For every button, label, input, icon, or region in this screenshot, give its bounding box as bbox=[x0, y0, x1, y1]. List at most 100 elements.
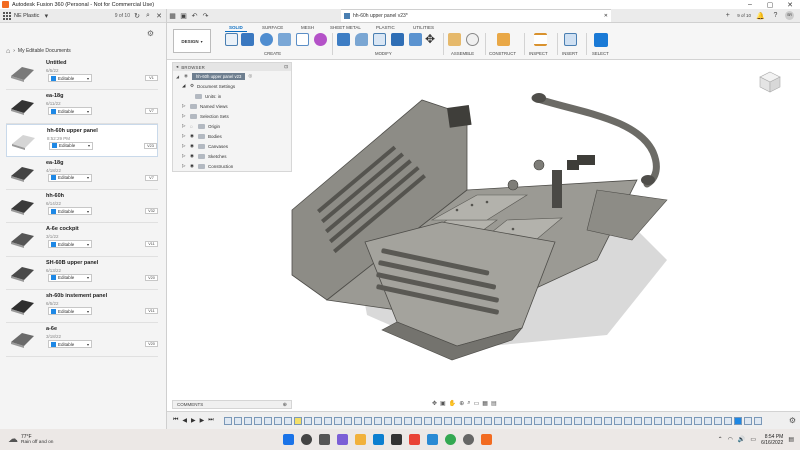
timeline-feature-icon[interactable] bbox=[753, 416, 762, 425]
wifi-icon[interactable]: ◠ bbox=[728, 436, 733, 443]
zoom-icon[interactable]: ⊕ bbox=[459, 400, 464, 407]
timeline-feature-icon[interactable] bbox=[693, 416, 702, 425]
editable-state-dropdown[interactable]: Editable ▾ bbox=[48, 240, 92, 249]
hole-icon[interactable] bbox=[278, 33, 291, 46]
document-card[interactable]: A-6e cockpit 3/1/22 Editable ▾ V11 bbox=[6, 223, 158, 257]
document-name[interactable]: ea-18g bbox=[46, 93, 63, 99]
close-icon[interactable]: ✕ bbox=[155, 12, 163, 20]
job-status-count[interactable]: 9 of 10 bbox=[115, 13, 130, 19]
app-grid-icon[interactable] bbox=[3, 11, 11, 20]
chevron-up-icon[interactable]: ⌃ bbox=[718, 436, 723, 443]
version-badge[interactable]: V7 bbox=[145, 108, 158, 115]
document-thumbnail[interactable] bbox=[8, 227, 37, 249]
timeline-feature-icon[interactable] bbox=[233, 416, 242, 425]
view-cube[interactable] bbox=[758, 70, 782, 94]
tab-plastic[interactable]: PLASTIC bbox=[376, 25, 395, 30]
activate-radio-icon[interactable]: ◎ bbox=[248, 73, 253, 79]
timeline-feature-icon[interactable] bbox=[473, 416, 482, 425]
red-app-icon[interactable] bbox=[409, 434, 420, 445]
document-thumbnail[interactable] bbox=[8, 94, 37, 116]
search-icon[interactable] bbox=[301, 434, 312, 445]
timeline-feature-icon[interactable] bbox=[493, 416, 502, 425]
edge-browser-icon[interactable] bbox=[373, 434, 384, 445]
editable-state-dropdown[interactable]: Editable ▾ bbox=[48, 173, 92, 182]
browser-item-selection-sets[interactable]: ▷ Selection Sets bbox=[173, 111, 291, 121]
play-icon[interactable]: ▶ bbox=[191, 417, 196, 424]
timeline-feature-icon[interactable] bbox=[253, 416, 262, 425]
document-thumbnail[interactable] bbox=[8, 294, 37, 316]
visibility-eye-icon[interactable]: ◉ bbox=[190, 143, 195, 149]
timeline-feature-icon[interactable] bbox=[643, 416, 652, 425]
document-card[interactable]: SH-60B upper panel 6/13/22 Editable ▾ V20 bbox=[6, 257, 158, 291]
timeline-feature-icon[interactable] bbox=[733, 416, 742, 425]
timeline-feature-icon[interactable] bbox=[273, 416, 282, 425]
group-modify[interactable]: MODIFY bbox=[375, 51, 392, 56]
timeline-feature-icon[interactable] bbox=[363, 416, 372, 425]
avatar[interactable]: SR bbox=[785, 11, 794, 20]
editable-state-dropdown[interactable]: Editable ▾ bbox=[48, 207, 92, 216]
comments-panel[interactable]: COMMENTS ⊕ bbox=[172, 400, 292, 409]
new-component-icon[interactable] bbox=[448, 33, 461, 46]
document-card[interactable]: ea-18g 4/18/22 Editable ▾ V7 bbox=[6, 157, 158, 191]
timeline-feature-icon[interactable] bbox=[743, 416, 752, 425]
document-name[interactable]: hh-60h bbox=[46, 193, 64, 199]
step-forward-icon[interactable]: ▶ bbox=[200, 417, 205, 424]
workspace-switcher[interactable]: DESIGN ▾ bbox=[173, 29, 211, 53]
browser-item-named-views[interactable]: ▷ Named Views bbox=[173, 101, 291, 111]
press-pull-icon[interactable] bbox=[337, 33, 350, 46]
browser-options-icon[interactable]: ⊡ bbox=[284, 64, 288, 70]
timeline-feature-icon[interactable] bbox=[603, 416, 612, 425]
grid-icon[interactable]: ▦ bbox=[167, 12, 178, 20]
version-badge[interactable]: V11 bbox=[145, 308, 158, 315]
go-to-start-icon[interactable]: ⏮ bbox=[173, 417, 178, 424]
timeline-feature-icon[interactable] bbox=[703, 416, 712, 425]
group-construct[interactable]: CONSTRUCT bbox=[489, 51, 516, 56]
timeline-feature-icon[interactable] bbox=[303, 416, 312, 425]
fillet-icon[interactable] bbox=[355, 33, 368, 46]
browser-item-document-settings[interactable]: ◢ ⚙ Document Settings bbox=[173, 81, 291, 91]
notification-icon[interactable]: ▤ bbox=[788, 436, 794, 443]
timeline-feature-icon[interactable] bbox=[663, 416, 672, 425]
group-assemble[interactable]: ASSEMBLE bbox=[451, 51, 474, 56]
tab-sheet-metal[interactable]: SHEET METAL bbox=[330, 25, 361, 30]
document-card[interactable]: ea-18g 6/11/22 Editable ▾ V7 bbox=[6, 90, 158, 124]
document-name[interactable]: Untitled bbox=[46, 60, 66, 66]
version-badge[interactable]: V11 bbox=[145, 241, 158, 248]
add-tab-icon[interactable]: + bbox=[722, 12, 733, 19]
insert-image-icon[interactable] bbox=[564, 33, 577, 46]
battery-icon[interactable]: ▭ bbox=[750, 436, 756, 443]
timeline-feature-icon[interactable] bbox=[463, 416, 472, 425]
timeline-feature-icon[interactable] bbox=[313, 416, 322, 425]
timeline-feature-icon[interactable] bbox=[283, 416, 292, 425]
editable-state-dropdown[interactable]: Editable ▾ bbox=[49, 141, 93, 150]
create-sketch-icon[interactable] bbox=[225, 33, 238, 46]
document-thumbnail[interactable] bbox=[8, 194, 37, 216]
visibility-eye-icon[interactable]: ◉ bbox=[190, 153, 195, 159]
timeline-feature-icon[interactable] bbox=[573, 416, 582, 425]
timeline-feature-icon[interactable] bbox=[443, 416, 452, 425]
timeline-feature-icon[interactable] bbox=[533, 416, 542, 425]
jobs-count[interactable]: 9 of 10 bbox=[737, 13, 751, 18]
document-name[interactable]: a-6e bbox=[46, 326, 57, 332]
root-component[interactable]: hh-60h upper panel v23 bbox=[192, 72, 246, 80]
shell-icon[interactable] bbox=[373, 33, 386, 46]
editable-state-dropdown[interactable]: Editable ▾ bbox=[48, 107, 92, 116]
speaker-icon[interactable]: 🔊 bbox=[738, 436, 745, 443]
browser-item-canvases[interactable]: ▷ ◉ Canvases bbox=[173, 141, 291, 151]
settings-icon[interactable] bbox=[463, 434, 474, 445]
home-icon[interactable]: ⌂ bbox=[6, 48, 10, 55]
document-name[interactable]: hh-60h upper panel bbox=[47, 128, 98, 134]
version-badge[interactable]: V7 bbox=[145, 174, 158, 181]
timeline-feature-icon[interactable] bbox=[633, 416, 642, 425]
search-icon[interactable]: ⌕ bbox=[144, 12, 152, 20]
combine-icon[interactable] bbox=[391, 33, 404, 46]
group-select[interactable]: SELECT bbox=[592, 51, 609, 56]
grid-settings-icon[interactable]: ▦ bbox=[482, 400, 488, 407]
joint-icon[interactable] bbox=[466, 33, 479, 46]
expand-triangle-icon[interactable]: ▷ bbox=[182, 123, 187, 129]
look-at-icon[interactable]: ▣ bbox=[440, 400, 446, 407]
fusion-360-taskbar-icon[interactable] bbox=[481, 434, 492, 445]
file-explorer-icon[interactable] bbox=[355, 434, 366, 445]
timeline-feature-icon[interactable] bbox=[353, 416, 362, 425]
split-body-icon[interactable] bbox=[409, 33, 422, 46]
